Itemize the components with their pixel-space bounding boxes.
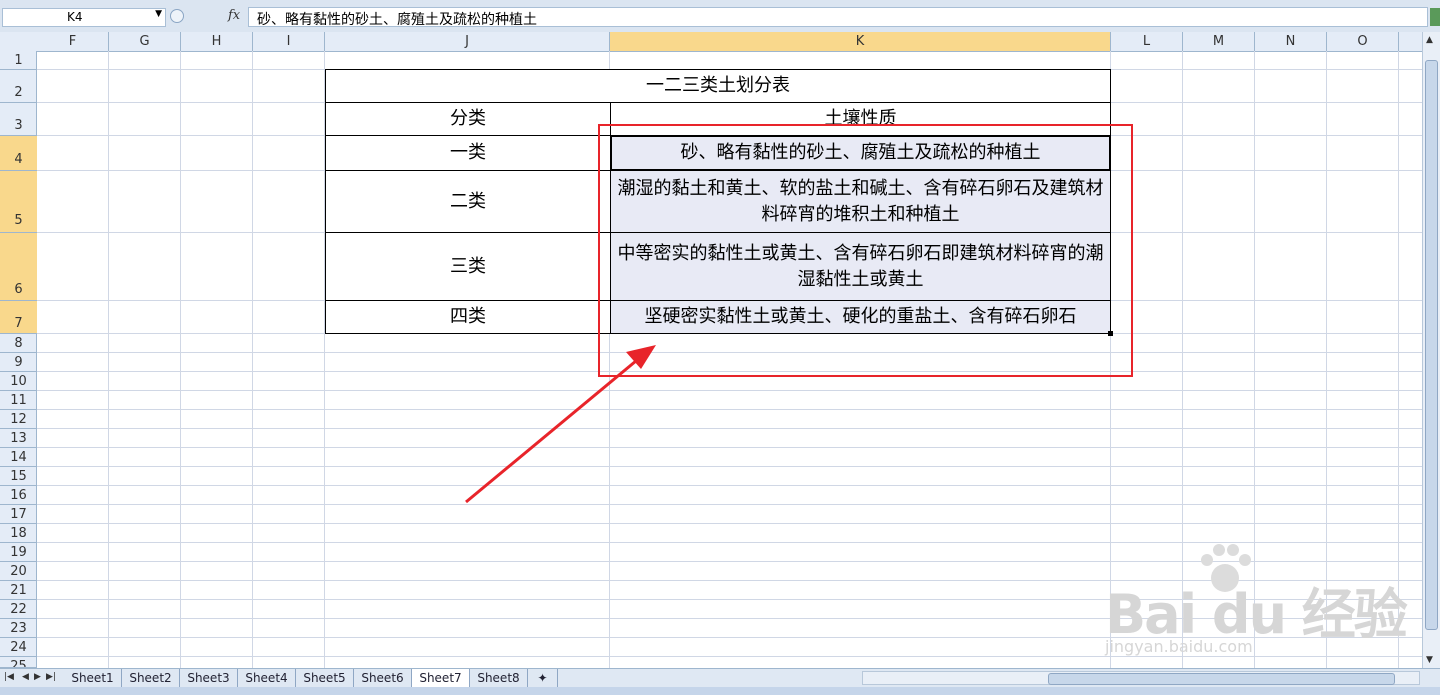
horizontal-scrollbar[interactable] — [862, 671, 1420, 685]
tab-sheet1[interactable]: Sheet1 — [64, 669, 122, 687]
last-sheet-icon[interactable]: ▶| — [46, 672, 56, 682]
status-bar — [0, 687, 1440, 695]
vertical-scroll-thumb[interactable] — [1425, 60, 1438, 630]
scroll-up-icon[interactable]: ▲ — [1426, 35, 1433, 45]
watermark-url: jingyan.baidu.com — [1105, 637, 1253, 656]
tab-sheet8[interactable]: Sheet8 — [470, 669, 528, 687]
paw-icon — [1201, 544, 1251, 592]
tab-sheet3[interactable]: Sheet3 — [180, 669, 238, 687]
sheet-tab-bar: |◀ ◀ ▶ ▶| Sheet1 Sheet2 Sheet3 Sheet4 Sh… — [0, 668, 1440, 687]
insert-sheet-icon[interactable]: ✦ — [528, 669, 558, 687]
horizontal-scroll-thumb[interactable] — [1048, 673, 1395, 685]
prev-sheet-icon[interactable]: ◀ — [22, 672, 29, 682]
tab-sheet7[interactable]: Sheet7 — [412, 669, 470, 687]
tab-sheet6[interactable]: Sheet6 — [354, 669, 412, 687]
tab-sheet4[interactable]: Sheet4 — [238, 669, 296, 687]
scroll-down-icon[interactable]: ▼ — [1426, 655, 1433, 665]
tab-sheet5[interactable]: Sheet5 — [296, 669, 354, 687]
vertical-scrollbar[interactable]: ▲ ▼ — [1422, 32, 1440, 668]
next-sheet-icon[interactable]: ▶ — [34, 672, 41, 682]
first-sheet-icon[interactable]: |◀ — [4, 672, 14, 682]
tab-sheet2[interactable]: Sheet2 — [122, 669, 180, 687]
